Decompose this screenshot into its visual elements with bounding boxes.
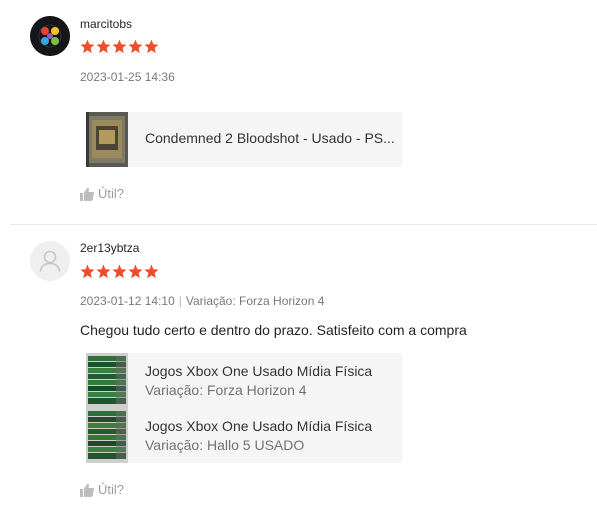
review-item: 2er13ybtza 2023-01-12 14:10 | Variação: Fo…	[0, 224, 597, 509]
rating-stars	[80, 264, 159, 279]
review-date: 2023-01-12 14:10 | Variação: Forza Horizon…	[80, 294, 324, 308]
avatar[interactable]	[30, 241, 70, 281]
helpful-button[interactable]: Útil?	[80, 482, 124, 497]
product-thumbnail[interactable]	[86, 408, 128, 463]
thumbs-up-icon	[80, 483, 94, 497]
review-timestamp: 2023-01-12 14:10	[80, 294, 175, 308]
star-icon	[128, 264, 143, 279]
review-comment: Chegou tudo certo e dentro do prazo. Sat…	[80, 322, 467, 338]
review-item: marcitobs 2023-01-25 14:36 Condemned 2 B…	[0, 0, 597, 224]
star-icon	[80, 39, 95, 54]
star-icon	[112, 264, 127, 279]
product-name: Jogos Xbox One Usado Mídia Física	[145, 363, 373, 379]
star-icon	[96, 39, 111, 54]
star-icon	[96, 264, 111, 279]
review-username: marcitobs	[80, 17, 133, 31]
product-thumbnail[interactable]	[86, 353, 128, 408]
meta-separator: |	[178, 294, 182, 308]
product-variation: Variação: Forza Horizon 4	[145, 382, 307, 398]
rating-stars	[80, 39, 159, 54]
user-silhouette-icon	[30, 241, 70, 281]
star-icon	[144, 264, 159, 279]
product-variation: Variação: Hallo 5 USADO	[145, 437, 305, 453]
review-date: 2023-01-25 14:36	[80, 70, 175, 84]
star-icon	[128, 39, 143, 54]
review-variation: Variação: Forza Horizon 4	[185, 294, 325, 308]
product-box: Jogos Xbox One Usado Mídia Física Variaç…	[86, 353, 402, 463]
star-icon	[112, 39, 127, 54]
helpful-button[interactable]: Útil?	[80, 186, 124, 201]
avatar[interactable]	[30, 16, 70, 56]
product-box: Condemned 2 Bloodshot - Usado - PS...	[86, 112, 402, 167]
product-item[interactable]: Condemned 2 Bloodshot - Usado - PS...	[86, 112, 402, 167]
star-icon	[144, 39, 159, 54]
product-item[interactable]: Jogos Xbox One Usado Mídia Física Variaç…	[86, 353, 402, 408]
product-thumbnail[interactable]	[86, 112, 128, 167]
thumbs-up-icon	[80, 187, 94, 201]
review-username: 2er13ybtza	[80, 241, 140, 255]
review-timestamp: 2023-01-25 14:36	[80, 70, 175, 84]
star-icon	[80, 264, 95, 279]
product-item[interactable]: Jogos Xbox One Usado Mídia Física Variaç…	[86, 408, 402, 463]
avatar-image	[30, 16, 70, 56]
helpful-label: Útil?	[98, 186, 125, 201]
product-name: Jogos Xbox One Usado Mídia Física	[145, 418, 373, 434]
helpful-label: Útil?	[98, 482, 125, 497]
product-name: Condemned 2 Bloodshot - Usado - PS...	[145, 130, 395, 146]
